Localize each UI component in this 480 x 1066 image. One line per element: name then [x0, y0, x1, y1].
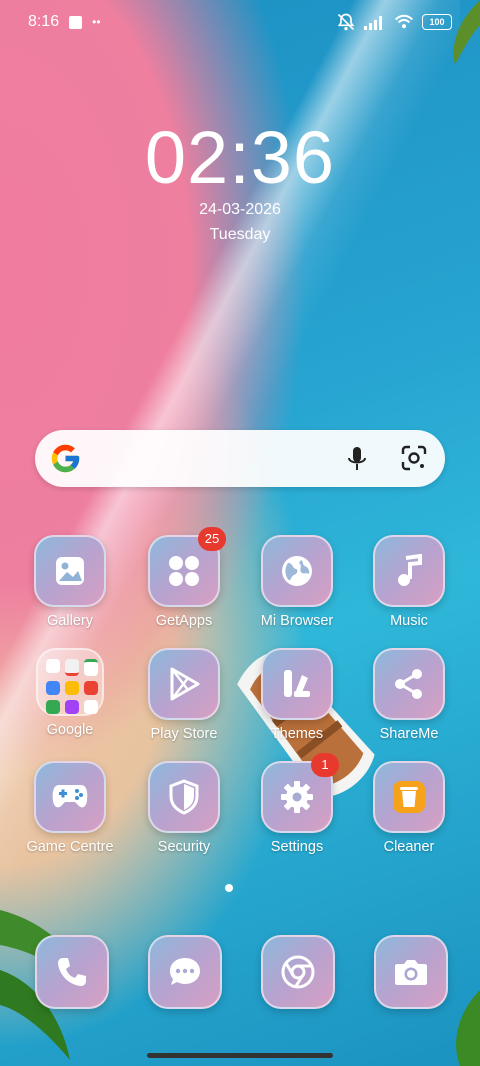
app-getapps[interactable]: 25 GetApps	[129, 527, 239, 645]
weekday-text: Tuesday	[209, 226, 271, 243]
wifi-icon	[394, 14, 414, 29]
share-icon	[395, 669, 422, 699]
clock-widget[interactable]: 02:36	[0, 115, 480, 200]
bell-muted-icon	[337, 13, 355, 31]
app-label: Music	[390, 613, 428, 629]
app-label: Play Store	[150, 726, 218, 742]
music-note-icon	[398, 554, 422, 586]
status-time: 8:16	[28, 13, 60, 30]
palm-leaf-bottom-decoration	[456, 990, 480, 1066]
phone-icon	[58, 958, 86, 986]
app-label: Google	[46, 722, 94, 738]
app-themes[interactable]: Themes	[242, 648, 352, 758]
app-settings[interactable]: 1 Settings	[242, 753, 352, 871]
gesture-nav-handle[interactable]	[147, 1053, 333, 1058]
battery-indicator: 100	[422, 14, 452, 30]
app-label: Settings	[270, 839, 324, 855]
app-mi-browser[interactable]: Mi Browser	[242, 535, 352, 645]
app-gallery[interactable]: Gallery	[15, 535, 125, 645]
chrome-icon	[281, 955, 315, 989]
notification-square-icon	[69, 15, 83, 29]
app-play-store[interactable]: Play Store	[129, 648, 239, 758]
google-search-bar[interactable]	[35, 430, 445, 487]
app-game-centre[interactable]: Game Centre	[15, 761, 125, 871]
app-label: Game Centre	[26, 839, 114, 855]
dock-chrome[interactable]	[261, 935, 335, 1009]
app-label: Security	[157, 839, 211, 855]
app-label: Themes	[270, 726, 324, 742]
dock-phone[interactable]	[35, 935, 109, 1009]
play-store-icon	[170, 667, 200, 701]
app-label: Cleaner	[383, 839, 435, 855]
lens-icon[interactable]	[401, 445, 427, 471]
signal-icon	[364, 16, 382, 30]
camera-icon	[395, 960, 427, 985]
globe-icon	[282, 556, 312, 586]
notification-dots-icon: ••	[92, 15, 101, 29]
app-music[interactable]: Music	[354, 535, 464, 645]
notification-badge: 1	[311, 753, 339, 777]
notification-badge: 25	[198, 527, 226, 551]
home-screen: 8:16 •• 100 02:36 24-03-2026 Tuesday Gal…	[0, 0, 480, 1066]
themes-icon	[284, 670, 310, 697]
app-security[interactable]: Security	[129, 761, 239, 871]
app-label: ShareMe	[379, 726, 439, 742]
app-label: Gallery	[47, 613, 93, 629]
shield-icon	[169, 779, 199, 815]
date-text: 24-03-2026	[199, 201, 281, 218]
mic-icon[interactable]	[345, 445, 369, 473]
app-label: Mi Browser	[260, 613, 334, 629]
app-google-folder[interactable]: Google	[15, 648, 125, 758]
getapps-icon	[169, 556, 199, 586]
app-label: GetApps	[155, 613, 213, 629]
status-bar: 8:16 •• 100	[0, 0, 480, 48]
message-icon	[170, 958, 200, 985]
gallery-icon	[56, 557, 84, 585]
app-cleaner[interactable]: Cleaner	[354, 761, 464, 871]
google-folder-icon[interactable]	[36, 648, 104, 716]
page-indicator-dot	[225, 884, 233, 892]
google-logo-icon	[51, 444, 80, 473]
app-shareme[interactable]: ShareMe	[354, 648, 464, 758]
dock-messages[interactable]	[148, 935, 222, 1009]
gear-icon	[281, 781, 313, 813]
dock-camera[interactable]	[374, 935, 448, 1009]
gamepad-icon	[52, 785, 88, 808]
trash-icon	[393, 781, 425, 813]
